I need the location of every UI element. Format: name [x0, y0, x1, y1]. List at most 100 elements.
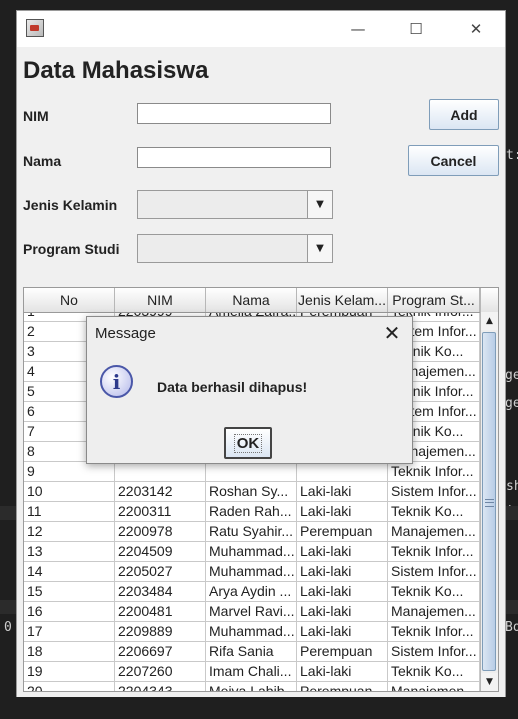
table-cell[interactable]: Manajemen...	[388, 602, 480, 622]
table-row[interactable]: 13 2204509 Muhammad... Laki-laki Teknik Info…	[24, 542, 480, 562]
table-cell[interactable]: 2200481	[115, 602, 206, 622]
table-cell[interactable]: Laki-laki	[297, 662, 388, 682]
table-cell[interactable]: Muhammad...	[206, 542, 297, 562]
table-cell[interactable]: 2209889	[115, 622, 206, 642]
table-cell[interactable]: 10	[24, 482, 115, 502]
table-cell[interactable]: Marvel Ravi...	[206, 602, 297, 622]
chevron-down-icon[interactable]: ▼	[307, 191, 332, 218]
table-cell[interactable]: Teknik Ko...	[388, 662, 480, 682]
dialog-close-icon[interactable]: ✕	[382, 321, 402, 345]
gender-select[interactable]: ▼	[137, 190, 333, 219]
cancel-button[interactable]: Cancel	[408, 145, 499, 176]
table-cell[interactable]	[115, 462, 206, 482]
bg-text: ge	[505, 368, 518, 383]
title-bar[interactable]: — ☐ ✕	[17, 11, 505, 47]
table-cell[interactable]: 17	[24, 622, 115, 642]
table-cell[interactable]: 2204509	[115, 542, 206, 562]
table-cell[interactable]: Perempuan	[297, 682, 388, 691]
table-row[interactable]: 9 Teknik Infor...	[24, 462, 480, 482]
table-cell[interactable]: Laki-laki	[297, 562, 388, 582]
column-header-nim[interactable]: NIM	[115, 288, 206, 312]
scroll-up-arrow-icon[interactable]: ▲	[481, 312, 498, 330]
table-cell[interactable]: Laki-laki	[297, 582, 388, 602]
table-cell[interactable]: Roshan Sy...	[206, 482, 297, 502]
maximize-button[interactable]: ☐	[387, 11, 445, 47]
table-row[interactable]: 15 2203484 Arya Aydin ... Laki-laki Teknik K…	[24, 582, 480, 602]
table-row[interactable]: 19 2207260 Imam Chali... Laki-laki Teknik Ko…	[24, 662, 480, 682]
chevron-down-icon[interactable]: ▼	[307, 235, 332, 262]
table-cell[interactable]: 2200311	[115, 502, 206, 522]
table-row[interactable]: 12 2200978 Ratu Syahir... Perempuan Manajeme…	[24, 522, 480, 542]
table-cell[interactable]: Laki-laki	[297, 482, 388, 502]
table-row[interactable]: 10 2203142 Roshan Sy... Laki-laki Sistem Inf…	[24, 482, 480, 502]
table-cell[interactable]: 9	[24, 462, 115, 482]
table-cell[interactable]: 2200978	[115, 522, 206, 542]
table-cell[interactable]: Sistem Infor...	[388, 482, 480, 502]
scroll-down-arrow-icon[interactable]: ▼	[481, 673, 498, 691]
table-cell[interactable]: Sistem Infor...	[388, 642, 480, 662]
table-cell[interactable]: Ratu Syahir...	[206, 522, 297, 542]
info-icon: i	[100, 365, 133, 398]
table-cell[interactable]: Perempuan	[297, 642, 388, 662]
table-cell[interactable]: Laki-laki	[297, 602, 388, 622]
table-cell[interactable]: Laki-laki	[297, 622, 388, 642]
table-cell[interactable]: Muhammad...	[206, 622, 297, 642]
vertical-scrollbar[interactable]: ▲ ▼	[480, 312, 498, 691]
table-cell[interactable]	[297, 462, 388, 482]
table-row[interactable]: 20 2204343 Meiva Labib... Perempuan Manajeme…	[24, 682, 480, 691]
table-cell[interactable]: 2203142	[115, 482, 206, 502]
dialog-title: Message	[95, 325, 156, 342]
program-select[interactable]: ▼	[137, 234, 333, 263]
table-cell[interactable]: 2204343	[115, 682, 206, 691]
table-cell[interactable]: Teknik Infor...	[388, 622, 480, 642]
table-cell[interactable]: Manajemen...	[388, 682, 480, 691]
table-row[interactable]: 16 2200481 Marvel Ravi... Laki-laki Manajeme…	[24, 602, 480, 622]
table-cell[interactable]: 2206697	[115, 642, 206, 662]
column-header-no[interactable]: No	[24, 288, 115, 312]
table-cell[interactable]: 2205027	[115, 562, 206, 582]
table-row[interactable]: 18 2206697 Rifa Sania Perempuan Sistem Infor…	[24, 642, 480, 662]
table-cell[interactable]: 19	[24, 662, 115, 682]
table-cell[interactable]: Manajemen...	[388, 522, 480, 542]
table-row[interactable]: 11 2200311 Raden Rah... Laki-laki Teknik Ko.…	[24, 502, 480, 522]
table-cell[interactable]: 16	[24, 602, 115, 622]
nim-field[interactable]	[137, 103, 331, 124]
table-cell[interactable]: Imam Chali...	[206, 662, 297, 682]
table-cell[interactable]: 2203484	[115, 582, 206, 602]
table-cell[interactable]: Teknik Ko...	[388, 502, 480, 522]
table-cell[interactable]: 12	[24, 522, 115, 542]
table-cell[interactable]: 18	[24, 642, 115, 662]
table-cell[interactable]: 14	[24, 562, 115, 582]
table-cell[interactable]: 2207260	[115, 662, 206, 682]
table-cell[interactable]: Arya Aydin ...	[206, 582, 297, 602]
table-cell[interactable]: 11	[24, 502, 115, 522]
column-header-program-studi[interactable]: Program St...	[388, 288, 480, 312]
table-cell[interactable]: Laki-laki	[297, 502, 388, 522]
table-cell[interactable]: Sistem Infor...	[388, 562, 480, 582]
scroll-thumb[interactable]	[482, 332, 496, 671]
dialog-message: Data berhasil dihapus!	[157, 379, 308, 395]
column-header-jenis-kelamin[interactable]: Jenis Kelam...	[297, 288, 388, 312]
table-cell[interactable]: Perempuan	[297, 522, 388, 542]
close-button[interactable]: ✕	[447, 11, 505, 47]
minimize-button[interactable]: —	[329, 11, 387, 47]
table-cell[interactable]: Teknik Ko...	[388, 582, 480, 602]
table-cell[interactable]: Teknik Infor...	[388, 542, 480, 562]
table-cell[interactable]: Teknik Infor...	[388, 462, 480, 482]
table-cell[interactable]: Rifa Sania	[206, 642, 297, 662]
table-row[interactable]: 14 2205027 Muhammad... Laki-laki Sistem Info…	[24, 562, 480, 582]
table-cell[interactable]: 15	[24, 582, 115, 602]
table-cell[interactable]: Muhammad...	[206, 562, 297, 582]
column-header-nama[interactable]: Nama	[206, 288, 297, 312]
table-cell[interactable]: 13	[24, 542, 115, 562]
table-cell[interactable]: Raden Rah...	[206, 502, 297, 522]
gender-label: Jenis Kelamin	[23, 197, 118, 213]
add-button[interactable]: Add	[429, 99, 499, 130]
nama-field[interactable]	[137, 147, 331, 168]
ok-button[interactable]: OK	[224, 427, 272, 459]
table-cell[interactable]: Meiva Labib...	[206, 682, 297, 691]
table-cell[interactable]	[206, 462, 297, 482]
table-row[interactable]: 17 2209889 Muhammad... Laki-laki Teknik Info…	[24, 622, 480, 642]
table-cell[interactable]: 20	[24, 682, 115, 691]
table-cell[interactable]: Laki-laki	[297, 542, 388, 562]
